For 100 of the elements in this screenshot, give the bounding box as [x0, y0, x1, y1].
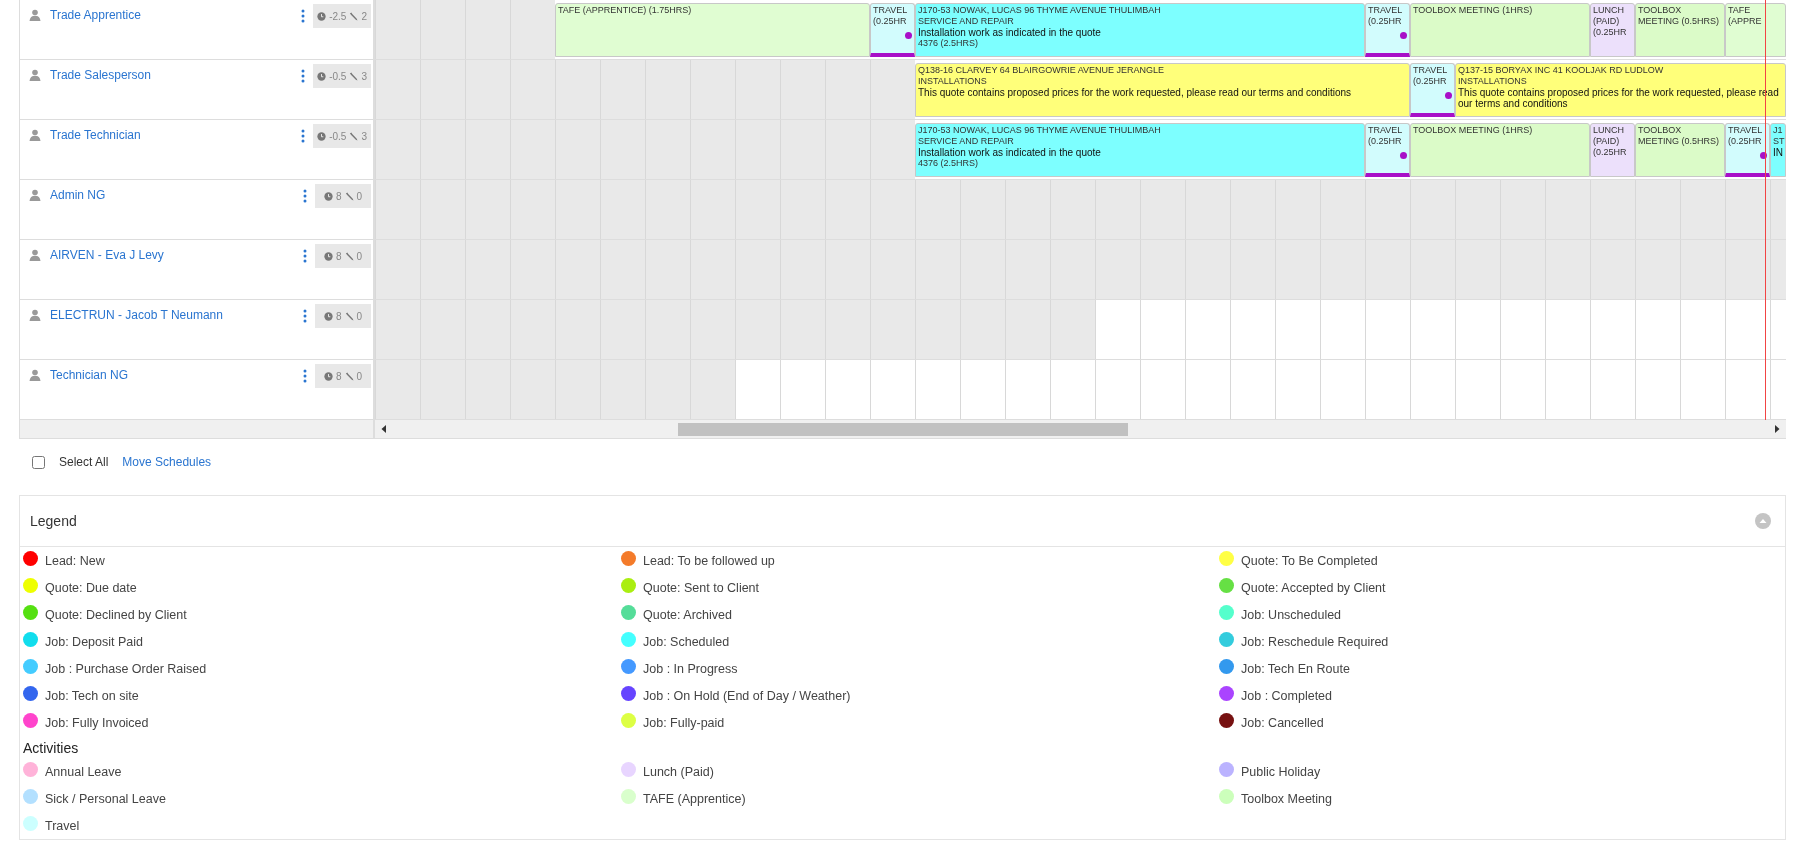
activities-heading: Activities [22, 739, 80, 758]
event-subtitle: INSTALLATIONS [918, 76, 988, 87]
legend-label: Job: Tech En Route [1241, 661, 1350, 676]
lunch-block[interactable]: LUNCH (PAID) (0.25HR [1590, 123, 1635, 177]
person-icon [29, 69, 41, 81]
legend-label: Job: Deposit Paid [45, 634, 143, 649]
kebab-menu-icon[interactable] [303, 189, 307, 203]
person-icon [29, 9, 41, 21]
event-title: J170-53 NOWAK, LUCAS 96 THYME AVENUE THULIMBAH [918, 5, 1162, 16]
legend-label: Lunch (Paid) [643, 764, 714, 779]
scroll-left-icon[interactable] [381, 425, 387, 433]
past-time-slot[interactable] [1725, 240, 1770, 299]
legend-label: Annual Leave [45, 764, 122, 779]
travel-block[interactable]: TRAVEL (0.25HR [1365, 123, 1410, 177]
clock-icon [323, 371, 333, 381]
legend-label: Job: Cancelled [1241, 715, 1324, 730]
hours-value: 8 [335, 250, 342, 262]
toolbox-block[interactable]: TOOLBOX MEETING (1HRS) [1410, 123, 1590, 177]
legend-label: Job : On Hold (End of Day / Weather) [643, 688, 851, 703]
jobs-count: 3 [361, 130, 367, 142]
move-schedules-link[interactable]: Move Schedules [122, 455, 212, 469]
toolbox-block[interactable]: TOOLBOX MEETING (1HRS) [1410, 3, 1590, 57]
event-footer: 4376 (2.5HRS) [918, 38, 1362, 49]
event-title: TRAVEL (0.25HR [1368, 125, 1403, 147]
hours-value: -0.5 [329, 130, 347, 142]
hours-value: -2.5 [329, 10, 347, 22]
travel-block[interactable]: TRAVEL (0.25HR [870, 3, 915, 57]
event-title: LUNCH (PAID) (0.25HR [1593, 125, 1628, 158]
resource-name[interactable]: ELECTRUN - Jacob T Neumann [50, 308, 303, 322]
select-all-label: Select All [59, 455, 109, 469]
resource-name[interactable]: Trade Salesperson [50, 68, 302, 82]
clock-icon [323, 311, 333, 321]
kebab-menu-icon[interactable] [303, 369, 307, 383]
tafe-block[interactable]: TAFE (APPRENTICE) (1.75HRS) [555, 3, 870, 57]
select-all-checkbox[interactable] [32, 455, 45, 469]
toolbox-block[interactable]: TOOLBOX MEETING (0.5HRS) [1635, 3, 1725, 57]
legend-label: Job: Tech on site [45, 688, 139, 703]
event-description: Installation work as indicated in the quote [918, 27, 1102, 38]
travel-block[interactable]: TRAVEL (0.25HR [1365, 3, 1410, 57]
kebab-menu-icon[interactable] [301, 129, 306, 143]
event-title: J170-53 NOWAK, LUCAS 96 THYME AVENUE THULIMBAH [918, 125, 1162, 136]
resource-name[interactable]: Trade Apprentice [50, 8, 302, 22]
legend-label: Quote: To Be Completed [1241, 553, 1378, 568]
legend-label: Job : In Progress [643, 661, 738, 676]
legend-label: Quote: Due date [45, 580, 137, 595]
event-subtitle: ST [1773, 136, 1783, 147]
jobs-count: 3 [361, 70, 367, 82]
legend-title: Legend [30, 513, 77, 529]
person-icon [29, 129, 41, 141]
event-title: TRAVEL (0.25HR [1413, 65, 1448, 87]
event-title: LUNCH (PAID) (0.25HR [1593, 5, 1628, 38]
person-icon [29, 249, 41, 261]
legend-label: Job : Completed [1241, 688, 1333, 703]
hours-value: 8 [335, 310, 342, 322]
legend-label: Job: Reschedule Required [1241, 634, 1389, 649]
event-title: J1 [1773, 125, 1783, 136]
event-title: Q138-16 CLARVEY 64 BLAIRGOWRIE AVENUE JERANGLE [918, 65, 1166, 76]
status-dot-icon [1400, 32, 1407, 39]
quote-block[interactable]: Q138-16 CLARVEY 64 BLAIRGOWRIE AVENUE JERANGLE INSTALLATIONS This quote contains proposed prices for the work requested, please read our terms and conditions [915, 63, 1410, 117]
kebab-menu-icon[interactable] [301, 69, 306, 83]
lunch-block[interactable]: LUNCH (PAID) (0.25HR [1590, 3, 1635, 57]
event-description: IN [1773, 147, 1783, 158]
event-description: Installation work as indicated in the quote [918, 147, 1102, 158]
clock-icon [317, 11, 327, 21]
legend-label: Travel [45, 818, 80, 833]
event-title: TAFE (APPRE [1728, 5, 1763, 27]
past-time-slot[interactable] [1725, 180, 1770, 239]
scrollbar-thumb[interactable] [678, 422, 1128, 436]
kebab-menu-icon[interactable] [303, 249, 307, 263]
resource-name[interactable]: Admin NG [50, 188, 303, 202]
event-title: TAFE (APPRENTICE) (1.75HRS) [558, 5, 693, 16]
kebab-menu-icon[interactable] [301, 9, 306, 23]
clock-icon [323, 191, 333, 201]
job-block[interactable]: J170-53 NOWAK, LUCAS 96 THYME AVENUE THULIMBAH SERVICE AND REPAIR Installation work as indicated in the quote 4376 (2.5HRS) [915, 3, 1365, 57]
jobs-count: 0 [356, 250, 363, 262]
scroll-right-icon[interactable] [1774, 425, 1780, 433]
legend-label: Quote: Sent to Client [643, 580, 760, 595]
toolbox-block[interactable]: TOOLBOX MEETING (0.5HRS) [1635, 123, 1725, 177]
travel-block[interactable]: TRAVEL (0.25HR [1725, 123, 1770, 177]
clock-icon [317, 131, 327, 141]
job-block[interactable]: J1 ST IN [1770, 123, 1786, 177]
event-title: TOOLBOX MEETING (0.5HRS) [1638, 125, 1720, 147]
job-block[interactable]: J170-53 NOWAK, LUCAS 96 THYME AVENUE THULIMBAH SERVICE AND REPAIR Installation work as indicated in the quote 4376 (2.5HRS) [915, 123, 1365, 177]
tafe-block[interactable]: TAFE (APPRE [1725, 3, 1786, 57]
jobs-count: 0 [356, 310, 363, 322]
jobs-count: 0 [356, 370, 363, 382]
legend-label: Job: Fully Invoiced [45, 715, 149, 730]
event-title: Q137-15 BORYAX INC 41 KOOLJAK RD LUDLOW [1458, 65, 1665, 76]
event-title: TOOLBOX MEETING (1HRS) [1413, 5, 1534, 16]
resource-name[interactable]: AIRVEN - Eva J Levy [50, 248, 303, 262]
event-title: TOOLBOX MEETING (0.5HRS) [1638, 5, 1720, 27]
resource-name[interactable]: Trade Technician [50, 128, 302, 142]
jobs-count: 2 [361, 10, 367, 22]
status-dot-icon [1400, 152, 1407, 159]
legend-label: Public Holiday [1241, 764, 1321, 779]
resource-name[interactable]: Technician NG [50, 368, 303, 382]
travel-block[interactable]: TRAVEL (0.25HR [1410, 63, 1455, 117]
kebab-menu-icon[interactable] [303, 309, 307, 323]
collapse-icon[interactable] [1755, 513, 1771, 529]
hours-value: 8 [335, 370, 342, 382]
